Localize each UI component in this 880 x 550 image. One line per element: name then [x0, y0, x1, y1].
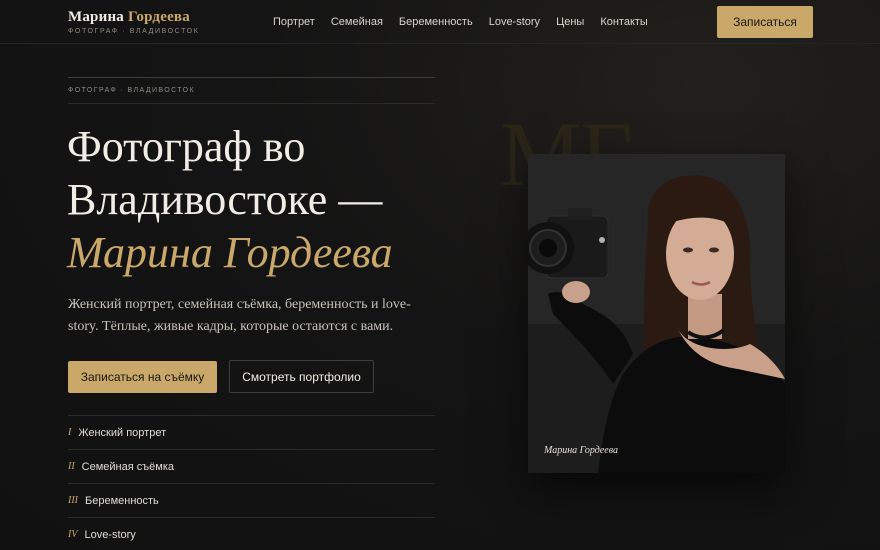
service-number: II [68, 461, 75, 472]
brand-subtitle: ФОТОГРАФ · ВЛАДИВОСТОК [68, 28, 200, 35]
hero-lead-text: Женский портрет, семейная съёмка, береме… [68, 297, 411, 334]
services-list: I Женский портрет II Семейная съёмка III… [68, 415, 435, 550]
headline-line-1: Фотограф во [67, 122, 306, 171]
hero-eyebrow: ФОТОГРАФ · ВЛАДИВОСТОК [68, 87, 195, 94]
top-divider [68, 77, 435, 78]
service-number: III [68, 495, 78, 506]
service-item-family[interactable]: II Семейная съёмка [68, 449, 435, 483]
service-item-love-story[interactable]: IV Love-story [68, 517, 435, 550]
nav-item-contacts[interactable]: Контакты [600, 16, 648, 28]
photographer-portrait-photo: Марина Гордеева [528, 154, 785, 473]
headline-name: Марина Гордеева [67, 228, 393, 277]
photo-caption: Марина Гордеева [544, 445, 619, 456]
nav-item-pregnancy[interactable]: Беременность [399, 16, 473, 28]
service-label: Женский портрет [78, 426, 167, 439]
portrait-illustration [528, 154, 785, 473]
book-shoot-button[interactable]: Записаться на съёмку [68, 361, 217, 393]
hero-headline: Фотограф во Владивостоке — Марина Гордее… [67, 120, 487, 279]
service-label: Семейная съёмка [81, 460, 174, 473]
brand-last-name: Гордеева [127, 9, 190, 25]
service-item-portrait[interactable]: I Женский портрет [68, 415, 435, 449]
service-item-pregnancy[interactable]: III Беременность [68, 483, 435, 517]
nav-item-family[interactable]: Семейная [331, 16, 383, 28]
headline-line-2: Владивостоке — [67, 175, 383, 224]
service-number: IV [68, 529, 78, 540]
view-portfolio-button[interactable]: Смотреть портфолио [229, 360, 374, 393]
header-book-button[interactable]: Записаться [717, 6, 813, 38]
nav-item-portrait[interactable]: Портрет [273, 16, 315, 28]
nav-item-prices[interactable]: Цены [556, 16, 584, 28]
nav-item-love-story[interactable]: Love-story [489, 16, 540, 28]
brand-logo[interactable]: Марина Гордеева ФОТОГРАФ · ВЛАДИВОСТОК [68, 9, 199, 35]
site-header: Марина Гордеева ФОТОГРАФ · ВЛАДИВОСТОК П… [0, 0, 880, 44]
brand-first-name: Марина [68, 9, 124, 25]
main-nav: Портрет Семейная Беременность Love-story… [273, 16, 664, 28]
eyebrow-divider [68, 103, 435, 104]
service-number: I [68, 427, 72, 438]
service-label: Беременность [85, 494, 159, 507]
brand-name: Марина Гордеева [68, 9, 199, 26]
service-label: Love-story [84, 528, 136, 541]
